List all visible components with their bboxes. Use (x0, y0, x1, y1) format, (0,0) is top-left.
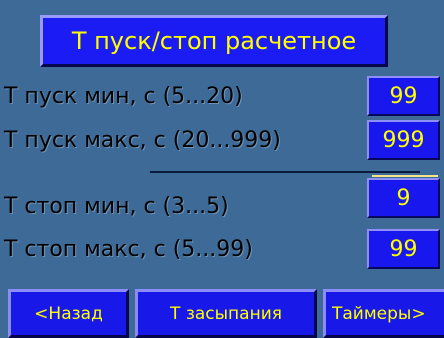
value-divider-mark (372, 175, 438, 177)
param-value-start-max[interactable]: 999 (367, 120, 440, 160)
hmi-screen: Т пуск/стоп расчетное Т пуск мин, с (5..… (0, 0, 444, 338)
timers-button[interactable]: Таймеры> (323, 289, 444, 338)
param-value-stop-min[interactable]: 9 (367, 178, 440, 218)
param-label-stop-max: Т стоп макс, с (5...99) (4, 236, 253, 262)
back-button[interactable]: <Назад (8, 289, 129, 338)
param-label-stop-min: Т стоп мин, с (3...5) (4, 193, 229, 219)
section-divider (150, 171, 420, 173)
sleep-time-button-label: Т засыпания (170, 303, 282, 324)
sleep-time-button[interactable]: Т засыпания (135, 289, 317, 338)
screen-title-button[interactable]: Т пуск/стоп расчетное (40, 15, 388, 67)
param-label-start-max: Т пуск макс, с (20...999) (4, 127, 281, 153)
param-value-start-min[interactable]: 99 (367, 76, 440, 116)
timers-button-label: Таймеры> (332, 303, 426, 324)
param-value-stop-max[interactable]: 99 (367, 229, 440, 269)
back-button-label: <Назад (34, 303, 103, 324)
param-label-start-min: Т пуск мин, с (5...20) (4, 83, 243, 109)
screen-title: Т пуск/стоп расчетное (71, 27, 357, 55)
